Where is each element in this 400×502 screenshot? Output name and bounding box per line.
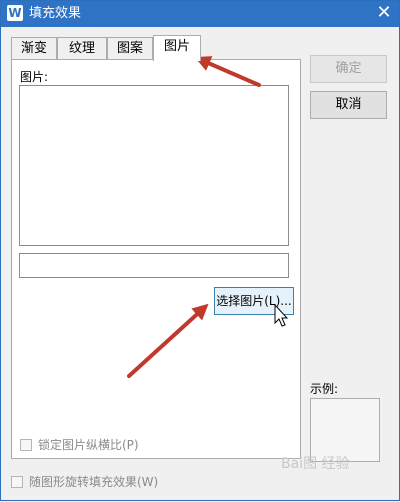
tab-pattern[interactable]: 图案 (107, 37, 153, 60)
lock-aspect-ratio-checkbox[interactable] (20, 438, 32, 451)
picture-label: 图片: (20, 70, 49, 84)
rotate-with-shape-option[interactable]: 随图形旋转填充效果(W) (11, 473, 158, 490)
wps-writer-icon: W (7, 5, 23, 21)
close-icon[interactable]: ✕ (375, 3, 393, 23)
example-label: 示例: (310, 382, 339, 396)
ok-button[interactable]: 确定 (310, 55, 387, 83)
picture-tab-panel: 图片: 选择图片(L)... 锁定图片纵横比(P) (11, 59, 301, 459)
title-bar[interactable]: W 填充效果 ✕ (1, 1, 399, 27)
tab-gradient[interactable]: 渐变 (11, 37, 57, 60)
tab-picture[interactable]: 图片 (153, 35, 201, 61)
rotate-with-shape-checkbox[interactable] (11, 475, 23, 488)
picture-path-field[interactable] (19, 253, 289, 278)
watermark: Bai图 经验 (281, 456, 350, 472)
lock-aspect-ratio-label: 锁定图片纵横比(P) (38, 438, 139, 452)
select-picture-button[interactable]: 选择图片(L)... (214, 287, 294, 315)
tab-texture[interactable]: 纹理 (57, 37, 107, 60)
fill-effects-dialog: W 填充效果 ✕ 渐变 纹理 图案 图片 图片: 选择图片(L)... 锁定图片… (0, 0, 400, 501)
dialog-title: 填充效果 (29, 6, 82, 21)
rotate-with-shape-label: 随图形旋转填充效果(W) (29, 475, 159, 489)
lock-aspect-ratio-option[interactable]: 锁定图片纵横比(P) (20, 436, 139, 453)
picture-preview (19, 85, 289, 246)
cancel-button[interactable]: 取消 (310, 91, 387, 119)
